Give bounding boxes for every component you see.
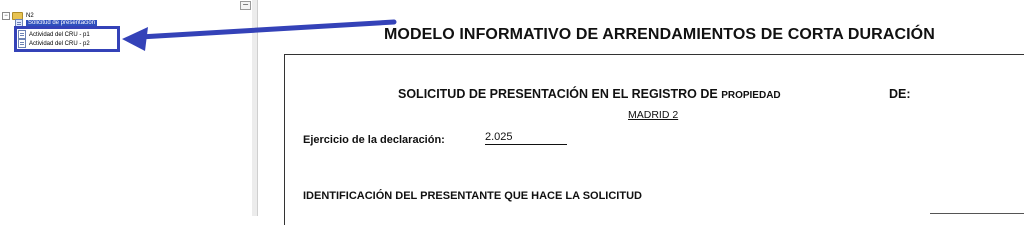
arrow-icon xyxy=(122,19,397,51)
